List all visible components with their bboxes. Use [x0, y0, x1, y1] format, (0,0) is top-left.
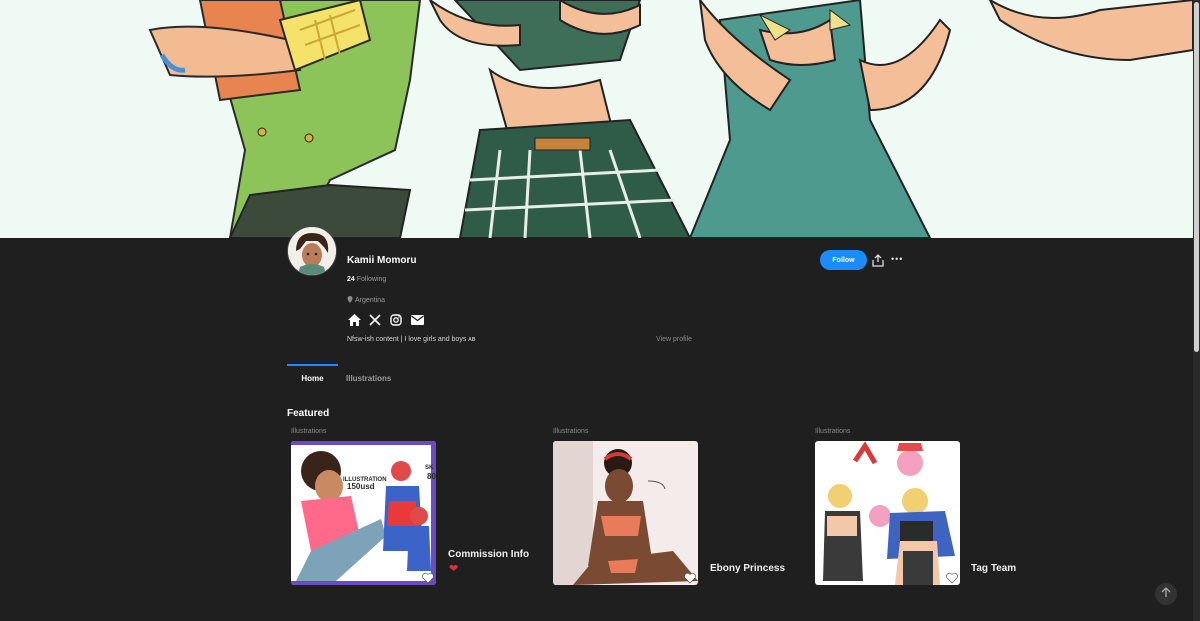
card-category: Illustrations [291, 428, 327, 435]
page-scrollbar[interactable] [1193, 0, 1200, 621]
following-count[interactable]: 24 Following [347, 276, 386, 283]
card-category: Illustrations [553, 428, 589, 435]
more-options-icon[interactable]: ••• [891, 255, 903, 264]
location-pin-icon [347, 296, 353, 305]
featured-heading: Featured [287, 408, 330, 419]
follow-button[interactable]: Follow [820, 250, 867, 270]
profile-banner [0, 0, 1193, 238]
like-heart-icon[interactable] [422, 571, 434, 584]
tab-illustrations[interactable]: Illustrations [338, 364, 403, 391]
view-profile-link[interactable]: View profile [656, 336, 692, 343]
home-icon[interactable] [347, 313, 361, 327]
card-title[interactable]: Commission Info [448, 549, 529, 560]
arrow-up-icon [1161, 585, 1171, 603]
location-text: Argentina [355, 297, 385, 304]
liked-heart-icon[interactable]: ❤ [449, 562, 458, 575]
img-text-4: 80 [427, 472, 436, 481]
scroll-to-top-button[interactable] [1155, 583, 1177, 605]
featured-card-ebony-princess[interactable]: Illustrations Ebony Princess [549, 428, 785, 585]
card-title[interactable]: Tag Team [971, 563, 1016, 574]
avatar[interactable] [287, 226, 337, 276]
profile-name: Kamii Momoru [347, 255, 417, 266]
artwork-thumbnail[interactable] [553, 441, 698, 585]
featured-card-tag-team[interactable]: Illustrations Tag Team [811, 428, 1016, 585]
instagram-icon[interactable] [389, 313, 403, 327]
artwork-thumbnail[interactable] [815, 441, 960, 585]
card-category: Illustrations [815, 428, 851, 435]
share-icon[interactable] [872, 254, 884, 267]
x-icon[interactable] [368, 313, 382, 327]
profile-tabs: Home Illustrations [287, 364, 403, 391]
social-links [347, 313, 424, 327]
featured-card-commission[interactable]: Illustrations ILLUSTRATION 150usd SK 80 … [287, 428, 529, 585]
following-number: 24 [347, 276, 355, 283]
card-title[interactable]: Ebony Princess [710, 563, 785, 574]
artwork-thumbnail[interactable]: ILLUSTRATION 150usd SK 80 [291, 441, 436, 585]
like-heart-icon[interactable] [684, 571, 696, 584]
profile-bio: Nfsw-ish content | I love girls and boys… [347, 336, 476, 343]
scrollbar-thumb[interactable] [1194, 2, 1199, 352]
tab-home[interactable]: Home [287, 364, 338, 391]
img-text-3: SK [425, 465, 434, 471]
like-heart-icon[interactable] [946, 571, 958, 584]
mail-icon[interactable] [410, 313, 424, 327]
following-label: Following [356, 276, 387, 283]
location: Argentina [347, 296, 385, 305]
img-text-2: 150usd [347, 482, 375, 491]
